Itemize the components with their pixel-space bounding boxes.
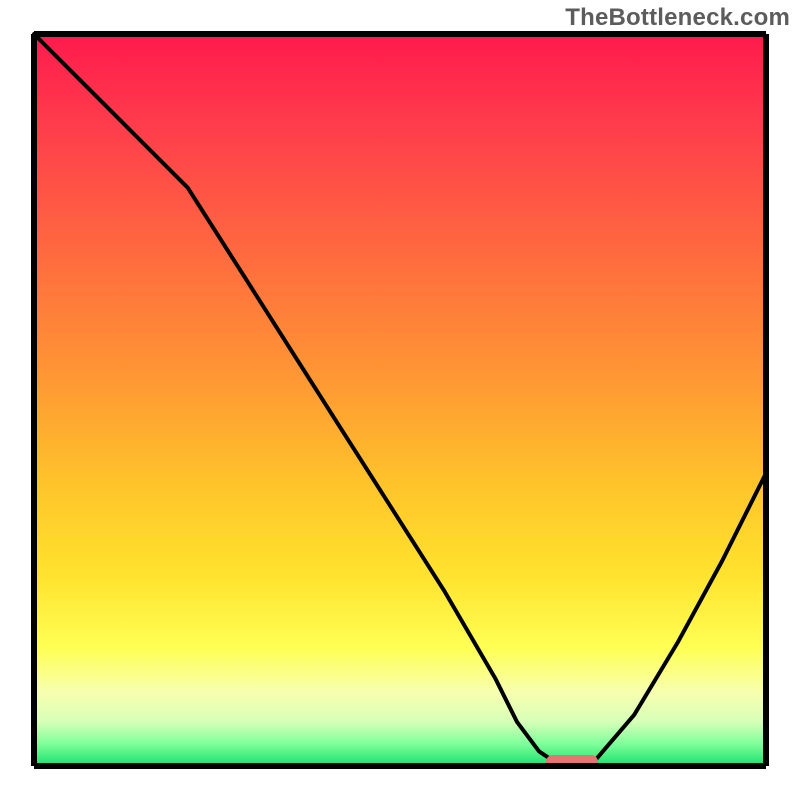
axis-border-left	[31, 34, 37, 766]
bottleneck-curve	[0, 0, 800, 800]
watermark-text: TheBottleneck.com	[565, 4, 790, 32]
axis-border-right	[763, 34, 769, 766]
axis-border-bottom	[34, 763, 766, 769]
